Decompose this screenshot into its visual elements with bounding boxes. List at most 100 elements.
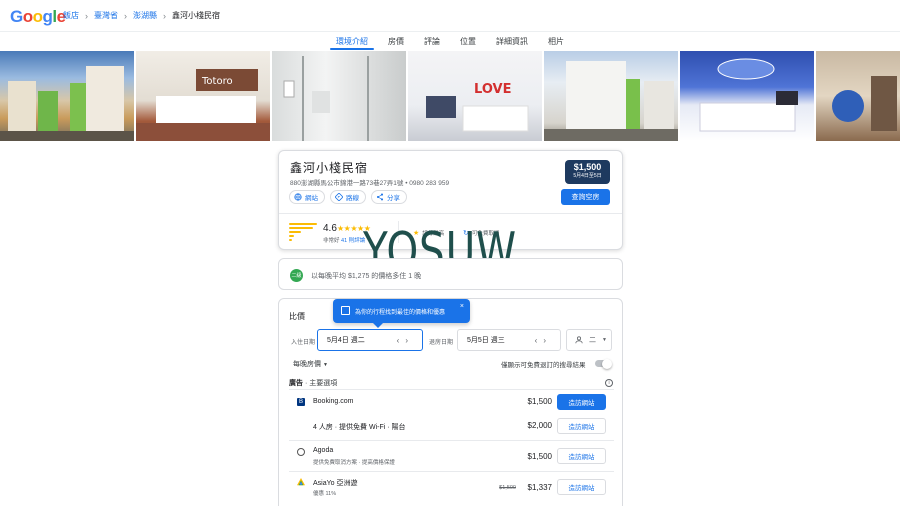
top-bar: Google 飯店 › 臺灣省 › 澎湖縣 › 鑫河小棧民宿 (0, 0, 900, 32)
guests-selector[interactable]: 二 ▼ (566, 329, 612, 351)
offer-price: $1,337 (527, 483, 552, 492)
guests-value: 二 (589, 337, 596, 344)
offer-row[interactable]: 4 人房 · 提供免費 Wi-Fi · 陽台 $2,000 造訪網站 (289, 414, 614, 440)
offer-row[interactable]: Agoda 提供免費取消方案 · 提高價格保證 $1,500 造訪網站 (289, 440, 614, 471)
bathroom-image (283, 56, 369, 141)
rating-bar (289, 227, 313, 229)
visit-site-button[interactable]: 造訪網站 (557, 418, 606, 434)
promo-text: 以每晚平均 $1,275 的價格多住 1 晚 (311, 273, 422, 280)
agoda-logo-icon (297, 448, 305, 456)
info-icon[interactable]: i (605, 379, 613, 387)
hotel-address: 880澎湖縣馬公市錦港一路73巷27弄1號 • 0980 283 959 (290, 180, 450, 187)
offer-price: $1,500 (527, 452, 552, 461)
photo-gallery: Totoro LOVE (0, 51, 900, 141)
breadcrumb-hotels[interactable]: 飯店 (63, 10, 79, 21)
ad-prefix: 廣告 (289, 380, 303, 387)
ad-title: 主要選項 (309, 380, 338, 387)
breadcrumb-province[interactable]: 臺灣省 (94, 10, 118, 21)
tab-location[interactable]: 位置 (450, 32, 486, 50)
offer-discount: 優惠 11% (313, 491, 337, 497)
checkin-value: 5月4日 週二 (327, 337, 365, 344)
calendar-icon (341, 306, 350, 315)
date-tooltip: 為你的行程找到最佳的價格和優惠 × (333, 299, 470, 328)
asiayo-logo-icon (297, 478, 305, 486)
website-label: 網站 (305, 195, 318, 202)
gallery-photo[interactable] (816, 51, 900, 141)
price-badge-dates: 5月4日至5日 (573, 173, 602, 179)
globe-icon (294, 193, 302, 201)
extra-night-promo[interactable]: 二級 以每晚平均 $1,275 的價格多住 1 晚 (278, 258, 623, 290)
free-cancel-toggle[interactable] (595, 358, 612, 369)
compare-prices-card: 比價 為你的行程找到最佳的價格和優惠 × 入住日期 5月4日 週二 ‹› 退房日… (278, 298, 623, 506)
booking-logo-icon: B (297, 398, 305, 406)
price-mode-label: 每晚房價 (293, 361, 321, 368)
rating-text: 非常好 (323, 238, 340, 244)
rating-distribution (289, 223, 317, 243)
gallery-photo[interactable] (544, 51, 678, 141)
blue-bedroom-image (699, 58, 798, 132)
section-tabs: 環境介紹 房價 評論 位置 詳細資訊 相片 (0, 32, 900, 50)
building-street-image (544, 61, 678, 141)
directions-label: 路線 (346, 195, 359, 202)
divider (279, 213, 622, 214)
offer-provider: Booking.com (313, 398, 354, 405)
checkin-label: 入住日期 (291, 340, 316, 346)
offer-subtitle: 提供免費取消方案 · 提高價格保證 (313, 460, 395, 466)
person-icon (575, 336, 583, 344)
rating-summary: 非常好 41 則評論 (323, 236, 365, 244)
checkout-field[interactable]: 5月5日 週三 ‹› (457, 329, 561, 351)
review-count-link[interactable]: 41 則評論 (341, 238, 365, 244)
date-arrows-icon[interactable]: ‹› (397, 336, 414, 345)
breadcrumb-county[interactable]: 澎湖縣 (133, 10, 157, 21)
gallery-photo[interactable]: Totoro (136, 51, 270, 141)
dropdown-arrow-icon: ▼ (322, 362, 328, 368)
tab-photos[interactable]: 相片 (538, 32, 574, 50)
hotel-name: 鑫河小棧民宿 (290, 161, 369, 175)
gallery-photo[interactable] (680, 51, 814, 141)
rating-bar (289, 235, 294, 237)
tab-overview[interactable]: 環境介紹 (326, 32, 378, 50)
dropdown-arrow-icon: ▼ (602, 337, 607, 343)
gallery-photo[interactable] (272, 51, 406, 141)
visit-site-button[interactable]: 造訪網站 (557, 394, 606, 410)
chevron-right-icon: › (124, 10, 127, 21)
google-logo[interactable]: Google (10, 7, 66, 27)
visit-site-button[interactable]: 造訪網站 (557, 448, 606, 464)
hotel-actions: 網站 路線 分享 (289, 190, 407, 204)
gallery-photo[interactable]: LOVE (408, 51, 542, 141)
tab-prices[interactable]: 房價 (378, 32, 414, 50)
tooltip-text: 為你的行程找到最佳的價格和優惠 (355, 309, 446, 316)
visit-site-button[interactable]: 造訪網站 (557, 479, 606, 495)
website-button[interactable]: 網站 (289, 190, 325, 204)
check-availability-button[interactable]: 查詢空房 (561, 189, 610, 205)
offer-row[interactable]: B Booking.com $1,500 造訪網站 (289, 389, 614, 414)
offer-price: $1,500 (527, 397, 552, 406)
tab-details[interactable]: 詳細資訊 (486, 32, 538, 50)
compare-title: 比價 (289, 312, 305, 321)
free-cancel-toggle-label: 僅顯示可免費退訂的搜尋結果 (501, 362, 586, 369)
svg-text:Totoro: Totoro (201, 76, 233, 87)
price-badge[interactable]: $1,500 5月4日至5日 (565, 160, 610, 184)
chevron-right-icon: › (163, 10, 166, 21)
chevron-right-icon: › (85, 10, 88, 21)
share-label: 分享 (387, 195, 400, 202)
offer-price: $2,000 (527, 421, 552, 430)
directions-button[interactable]: 路線 (330, 190, 366, 204)
close-icon[interactable]: × (460, 303, 464, 310)
tab-reviews[interactable]: 評論 (414, 32, 450, 50)
promo-badge-icon: 二級 (290, 269, 303, 282)
offer-row[interactable]: AsiaYo 亞洲遊 優惠 11% $1,500 $1,337 造訪網站 (289, 471, 614, 502)
checkout-value: 5月5日 週三 (467, 337, 505, 344)
svg-text:LOVE: LOVE (474, 82, 511, 97)
price-badge-amount: $1,500 (573, 162, 602, 172)
checkout-label: 退房日期 (429, 340, 454, 346)
share-button[interactable]: 分享 (371, 190, 407, 204)
breadcrumb-current: 鑫河小棧民宿 (172, 11, 220, 20)
date-arrows-icon[interactable]: ‹› (535, 336, 552, 345)
checkin-field[interactable]: 5月4日 週二 ‹› (317, 329, 423, 351)
offer-room-desc: 4 人房 · 提供免費 Wi-Fi · 陽台 (313, 424, 406, 431)
rating-bar (289, 239, 292, 241)
love-room-image: LOVE (426, 82, 529, 132)
price-mode-dropdown[interactable]: 每晚房價 ▼ (293, 359, 328, 369)
gallery-photo[interactable] (0, 51, 134, 141)
